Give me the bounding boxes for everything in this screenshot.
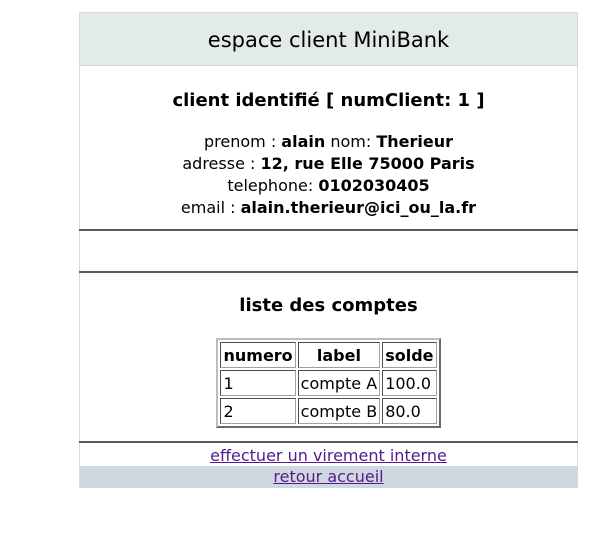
page-container: espace client MiniBank client identifié … (79, 12, 578, 488)
cell-solde: 80.0 (382, 398, 437, 424)
table-header-row: numero label solde (220, 342, 437, 368)
page-header: espace client MiniBank (79, 12, 578, 66)
page-title: espace client MiniBank (207, 28, 450, 52)
link-row: effectuer un virement interne (80, 443, 577, 466)
accounts-table: numero label solde 1 compte A 100.0 2 co… (216, 338, 441, 428)
column-header-numero: numero (220, 342, 296, 368)
cell-label: compte A (297, 370, 381, 396)
column-header-label: label (297, 342, 381, 368)
internal-transfer-link[interactable]: effectuer un virement interne (210, 446, 447, 465)
prenom-value: alain (281, 132, 326, 151)
cell-numero: 2 (220, 398, 296, 424)
name-line: prenom : alain nom: Therieur (80, 131, 577, 153)
link-row: retour accueil (80, 466, 577, 488)
accounts-title: liste des comptes (239, 295, 418, 316)
table-row: 2 compte B 80.0 (220, 398, 437, 424)
links-section: effectuer un virement interne retour acc… (79, 443, 578, 488)
home-link[interactable]: retour accueil (273, 467, 383, 486)
telephone-value: 0102030405 (318, 176, 430, 195)
adresse-label: adresse : (182, 154, 261, 173)
email-line: email : alain.therieur@ici_ou_la.fr (80, 197, 577, 219)
accounts-section: liste des comptes numero label solde 1 c… (79, 273, 578, 441)
address-line: adresse : 12, rue Elle 75000 Paris (80, 153, 577, 175)
cell-label: compte B (297, 398, 381, 424)
adresse-value: 12, rue Elle 75000 Paris (260, 154, 475, 173)
telephone-label: telephone: (227, 176, 319, 195)
nom-label: nom: (325, 132, 377, 151)
cell-solde: 100.0 (382, 370, 437, 396)
cell-numero: 1 (220, 370, 296, 396)
empty-section (79, 231, 578, 271)
prenom-label: prenom : (203, 132, 282, 151)
nom-value: Therieur (376, 132, 453, 151)
client-title: client identifié [ numClient: 1 ] (172, 90, 485, 111)
phone-line: telephone: 0102030405 (80, 175, 577, 197)
email-value: alain.therieur@ici_ou_la.fr (240, 198, 477, 217)
client-section: client identifié [ numClient: 1 ] prenom… (79, 66, 578, 229)
table-row: 1 compte A 100.0 (220, 370, 437, 396)
email-label: email : (180, 198, 241, 217)
column-header-solde: solde (382, 342, 437, 368)
